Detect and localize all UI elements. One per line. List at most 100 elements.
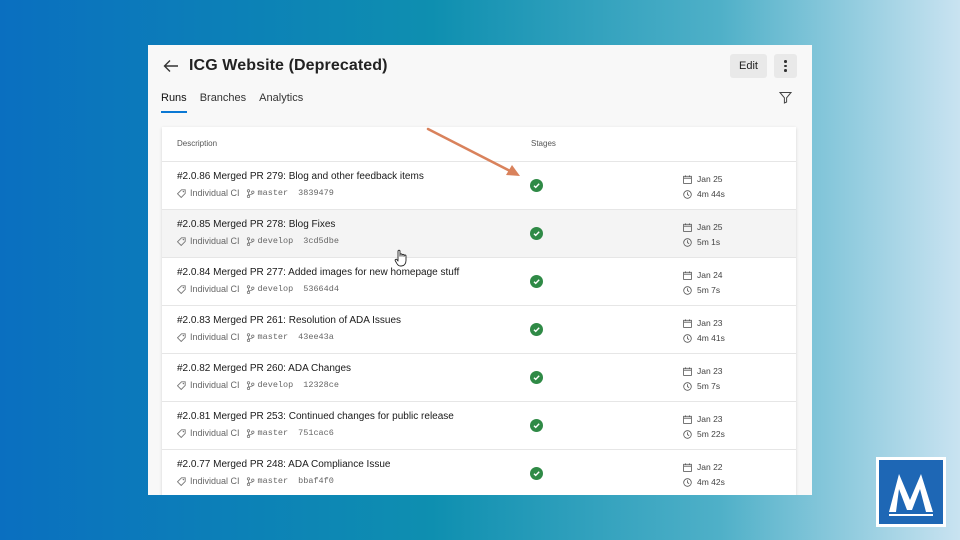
duration-text: 4m 42s [697,477,725,487]
run-date: Jan 23 [683,318,723,328]
run-duration: 4m 44s [683,189,725,199]
run-duration: 5m 22s [683,429,725,439]
run-duration: 5m 7s [683,381,720,391]
runs-table: Description Stages #2.0.86 Merged PR 279… [162,127,796,495]
tag-icon [177,284,186,294]
trigger-label: Individual CI [190,428,240,438]
tag-icon [177,380,186,390]
tag-icon [177,332,186,342]
run-date: Jan 25 [683,222,723,232]
company-logo [876,457,946,527]
run-title[interactable]: #2.0.77 Merged PR 248: ADA Compliance Is… [177,459,390,470]
calendar-icon [683,270,692,280]
run-date: Jan 23 [683,414,723,424]
trigger-label: Individual CI [190,332,240,342]
tab-branches[interactable]: Branches [200,91,246,115]
branch-name[interactable]: master [258,332,289,342]
commit-hash[interactable]: 43ee43a [298,332,334,342]
hand-pointer-cursor-icon [394,249,408,267]
column-header-stages: Stages [531,139,556,148]
stage-success-check-icon[interactable] [530,227,543,240]
calendar-icon [683,462,692,472]
run-duration: 4m 41s [683,333,725,343]
clock-icon [683,429,692,439]
branch-name[interactable]: develop [258,284,294,294]
clock-icon [683,237,692,247]
branch-name[interactable]: master [258,476,289,486]
run-title[interactable]: #2.0.83 Merged PR 261: Resolution of ADA… [177,315,401,326]
stage-success-check-icon[interactable] [530,179,543,192]
more-options-button[interactable] [774,54,797,78]
run-meta: Individual CI develop 12328ce [177,380,339,390]
run-duration: 5m 1s [683,237,720,247]
date-text: Jan 23 [697,414,723,424]
branch-icon [246,236,254,246]
tab-analytics[interactable]: Analytics [259,91,303,115]
tag-icon [177,236,186,246]
tab-runs[interactable]: Runs [161,91,187,115]
run-title[interactable]: #2.0.85 Merged PR 278: Blog Fixes [177,219,335,230]
branch-icon [246,476,254,486]
duration-text: 5m 7s [697,381,721,391]
table-row[interactable]: #2.0.86 Merged PR 279: Blog and other fe… [162,161,796,209]
branch-name[interactable]: master [258,428,289,438]
branch-icon [246,332,254,342]
commit-hash[interactable]: 751cac6 [298,428,334,438]
run-date: Jan 23 [683,366,723,376]
branch-icon [246,284,254,294]
run-meta: Individual CI master 751cac6 [177,428,334,438]
calendar-icon [683,366,692,376]
table-row[interactable]: #2.0.77 Merged PR 248: ADA Compliance Is… [162,449,796,495]
run-meta: Individual CI develop 53664d4 [177,284,339,294]
calendar-icon [683,414,692,424]
date-text: Jan 24 [697,270,723,280]
page-header: ICG Website (Deprecated) Edit Runs Branc… [148,45,812,125]
table-row[interactable]: #2.0.81 Merged PR 253: Continued changes… [162,401,796,449]
back-arrow-icon[interactable] [162,57,182,77]
trigger-label: Individual CI [190,476,240,486]
calendar-icon [683,174,692,184]
stage-success-check-icon[interactable] [530,419,543,432]
table-row[interactable]: #2.0.83 Merged PR 261: Resolution of ADA… [162,305,796,353]
clock-icon [683,477,692,487]
filter-funnel-icon[interactable] [778,91,793,104]
tag-icon [177,188,186,198]
trigger-label: Individual CI [190,284,240,294]
stage-success-check-icon[interactable] [530,275,543,288]
run-meta: Individual CI develop 3cd5dbe [177,236,339,246]
run-title[interactable]: #2.0.81 Merged PR 253: Continued changes… [177,411,454,422]
run-date: Jan 25 [683,174,723,184]
run-title[interactable]: #2.0.84 Merged PR 277: Added images for … [177,267,459,278]
table-row[interactable]: #2.0.82 Merged PR 260: ADA Changes Indivi… [162,353,796,401]
commit-hash[interactable]: 53664d4 [303,284,339,294]
tag-icon [177,428,186,438]
stage-success-check-icon[interactable] [530,371,543,384]
tag-icon [177,476,186,486]
run-meta: Individual CI master 3839479 [177,188,334,198]
date-text: Jan 23 [697,318,723,328]
branch-name[interactable]: master [258,188,289,198]
edit-button[interactable]: Edit [730,54,767,78]
tab-bar: Runs Branches Analytics [161,91,303,117]
run-duration: 5m 7s [683,285,720,295]
pipeline-panel: ICG Website (Deprecated) Edit Runs Branc… [148,45,812,495]
table-row[interactable]: #2.0.85 Merged PR 278: Blog Fixes Individ… [162,209,796,257]
duration-text: 4m 41s [697,333,725,343]
clock-icon [683,285,692,295]
commit-hash[interactable]: 12328ce [303,380,339,390]
run-title[interactable]: #2.0.86 Merged PR 279: Blog and other fe… [177,171,424,182]
trigger-label: Individual CI [190,188,240,198]
commit-hash[interactable]: bbaf4f0 [298,476,334,486]
stage-success-check-icon[interactable] [530,467,543,480]
run-date: Jan 24 [683,270,723,280]
run-title[interactable]: #2.0.82 Merged PR 260: ADA Changes [177,363,351,374]
trigger-label: Individual CI [190,236,240,246]
commit-hash[interactable]: 3cd5dbe [303,236,339,246]
commit-hash[interactable]: 3839479 [298,188,334,198]
branch-name[interactable]: develop [258,380,294,390]
table-row[interactable]: #2.0.84 Merged PR 277: Added images for … [162,257,796,305]
branch-icon [246,380,254,390]
stage-success-check-icon[interactable] [530,323,543,336]
branch-name[interactable]: develop [258,236,294,246]
column-header-description: Description [177,139,218,148]
